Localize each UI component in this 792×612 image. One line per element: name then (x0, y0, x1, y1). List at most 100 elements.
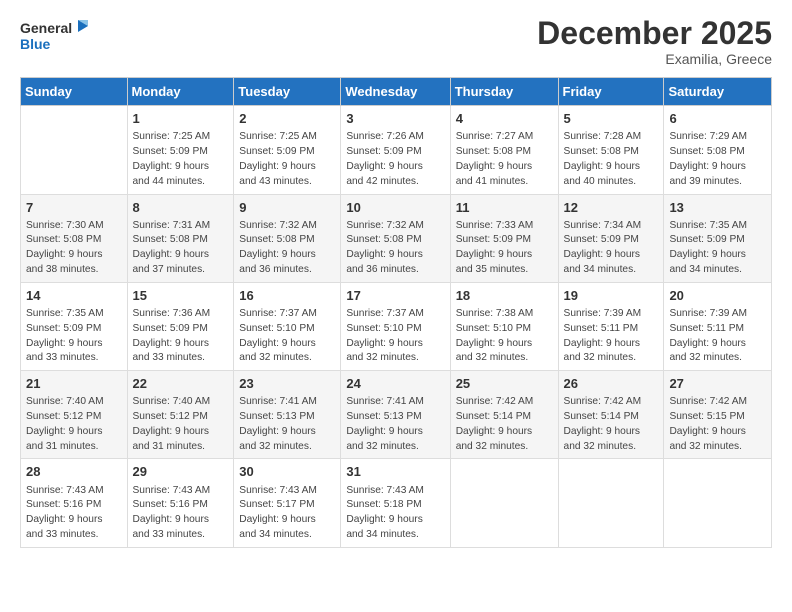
day-info: Sunrise: 7:31 AM Sunset: 5:08 PM Dayligh… (133, 219, 229, 278)
day-number: 6 (669, 110, 766, 128)
table-row: 3 Sunrise: 7:26 AM Sunset: 5:09 PM Daylig… (341, 106, 450, 194)
day-number: 18 (456, 287, 553, 305)
day-number: 1 (133, 110, 229, 128)
svg-text:General: General (20, 20, 72, 36)
table-row (21, 106, 128, 194)
day-info: Sunrise: 7:27 AM Sunset: 5:08 PM Dayligh… (456, 130, 553, 189)
day-info: Sunrise: 7:32 AM Sunset: 5:08 PM Dayligh… (239, 219, 335, 278)
header: General Blue December 2025 Examilia, Gre… (20, 16, 772, 67)
table-row: 24 Sunrise: 7:41 AM Sunset: 5:13 PM Dayli… (341, 371, 450, 459)
day-info: Sunrise: 7:41 AM Sunset: 5:13 PM Dayligh… (239, 395, 335, 454)
logo-svg: General Blue (20, 16, 90, 56)
day-info: Sunrise: 7:40 AM Sunset: 5:12 PM Dayligh… (26, 395, 122, 454)
table-row (664, 459, 772, 547)
title-block: December 2025 Examilia, Greece (537, 16, 772, 67)
page: General Blue December 2025 Examilia, Gre… (0, 0, 792, 612)
day-info: Sunrise: 7:37 AM Sunset: 5:10 PM Dayligh… (346, 307, 444, 366)
day-number: 11 (456, 199, 553, 217)
table-row (558, 459, 664, 547)
header-tuesday: Tuesday (234, 78, 341, 106)
table-row: 10Sunrise: 7:32 AM Sunset: 5:08 PM Dayli… (341, 194, 450, 282)
day-info: Sunrise: 7:30 AM Sunset: 5:08 PM Dayligh… (26, 219, 122, 278)
day-number: 30 (239, 463, 335, 481)
week-row-3: 14 Sunrise: 7:35 AM Sunset: 5:09 PM Dayli… (21, 282, 772, 370)
day-number: 13 (669, 199, 766, 217)
day-info: Sunrise: 7:28 AM Sunset: 5:08 PM Dayligh… (564, 130, 659, 189)
day-info: Sunrise: 7:25 AM Sunset: 5:09 PM Dayligh… (239, 130, 335, 189)
week-row-5: 28Sunrise: 7:43 AM Sunset: 5:16 PM Dayli… (21, 459, 772, 547)
logo: General Blue (20, 16, 90, 56)
table-row: 16Sunrise: 7:37 AM Sunset: 5:10 PM Dayli… (234, 282, 341, 370)
day-number: 23 (239, 375, 335, 393)
day-info: Sunrise: 7:43 AM Sunset: 5:16 PM Dayligh… (26, 484, 122, 543)
week-row-1: 1 Sunrise: 7:25 AM Sunset: 5:09 PM Daylig… (21, 106, 772, 194)
calendar-header-row: Sunday Monday Tuesday Wednesday Thursday… (21, 78, 772, 106)
table-row: 2 Sunrise: 7:25 AM Sunset: 5:09 PM Daylig… (234, 106, 341, 194)
day-info: Sunrise: 7:42 AM Sunset: 5:14 PM Dayligh… (456, 395, 553, 454)
table-row: 27Sunrise: 7:42 AM Sunset: 5:15 PM Dayli… (664, 371, 772, 459)
day-number: 5 (564, 110, 659, 128)
header-friday: Friday (558, 78, 664, 106)
svg-text:Blue: Blue (20, 36, 51, 52)
day-info: Sunrise: 7:43 AM Sunset: 5:16 PM Dayligh… (133, 484, 229, 543)
table-row: 11 Sunrise: 7:33 AM Sunset: 5:09 PM Dayli… (450, 194, 558, 282)
calendar: Sunday Monday Tuesday Wednesday Thursday… (20, 77, 772, 548)
day-info: Sunrise: 7:40 AM Sunset: 5:12 PM Dayligh… (133, 395, 229, 454)
day-info: Sunrise: 7:34 AM Sunset: 5:09 PM Dayligh… (564, 219, 659, 278)
day-info: Sunrise: 7:42 AM Sunset: 5:14 PM Dayligh… (564, 395, 659, 454)
table-row: 19Sunrise: 7:39 AM Sunset: 5:11 PM Dayli… (558, 282, 664, 370)
table-row: 5 Sunrise: 7:28 AM Sunset: 5:08 PM Daylig… (558, 106, 664, 194)
day-number: 19 (564, 287, 659, 305)
day-info: Sunrise: 7:26 AM Sunset: 5:09 PM Dayligh… (346, 130, 444, 189)
day-number: 26 (564, 375, 659, 393)
day-number: 3 (346, 110, 444, 128)
week-row-4: 21 Sunrise: 7:40 AM Sunset: 5:12 PM Dayli… (21, 371, 772, 459)
month-title: December 2025 (537, 16, 772, 51)
table-row: 7Sunrise: 7:30 AM Sunset: 5:08 PM Daylig… (21, 194, 128, 282)
day-number: 25 (456, 375, 553, 393)
table-row: 22Sunrise: 7:40 AM Sunset: 5:12 PM Dayli… (127, 371, 234, 459)
header-saturday: Saturday (664, 78, 772, 106)
table-row: 29 Sunrise: 7:43 AM Sunset: 5:16 PM Dayli… (127, 459, 234, 547)
table-row: 13Sunrise: 7:35 AM Sunset: 5:09 PM Dayli… (664, 194, 772, 282)
day-info: Sunrise: 7:42 AM Sunset: 5:15 PM Dayligh… (669, 395, 766, 454)
day-number: 29 (133, 463, 229, 481)
table-row: 18 Sunrise: 7:38 AM Sunset: 5:10 PM Dayli… (450, 282, 558, 370)
day-number: 31 (346, 463, 444, 481)
day-number: 15 (133, 287, 229, 305)
day-info: Sunrise: 7:39 AM Sunset: 5:11 PM Dayligh… (669, 307, 766, 366)
table-row: 23 Sunrise: 7:41 AM Sunset: 5:13 PM Dayli… (234, 371, 341, 459)
day-number: 24 (346, 375, 444, 393)
day-number: 14 (26, 287, 122, 305)
table-row: 8 Sunrise: 7:31 AM Sunset: 5:08 PM Daylig… (127, 194, 234, 282)
day-number: 20 (669, 287, 766, 305)
table-row: 26 Sunrise: 7:42 AM Sunset: 5:14 PM Dayli… (558, 371, 664, 459)
table-row: 30 Sunrise: 7:43 AM Sunset: 5:17 PM Dayli… (234, 459, 341, 547)
day-info: Sunrise: 7:38 AM Sunset: 5:10 PM Dayligh… (456, 307, 553, 366)
day-number: 8 (133, 199, 229, 217)
day-info: Sunrise: 7:36 AM Sunset: 5:09 PM Dayligh… (133, 307, 229, 366)
location: Examilia, Greece (537, 51, 772, 67)
table-row: 28Sunrise: 7:43 AM Sunset: 5:16 PM Dayli… (21, 459, 128, 547)
day-info: Sunrise: 7:43 AM Sunset: 5:17 PM Dayligh… (239, 484, 335, 543)
day-number: 2 (239, 110, 335, 128)
header-thursday: Thursday (450, 78, 558, 106)
table-row: 6 Sunrise: 7:29 AM Sunset: 5:08 PM Daylig… (664, 106, 772, 194)
header-sunday: Sunday (21, 78, 128, 106)
day-info: Sunrise: 7:37 AM Sunset: 5:10 PM Dayligh… (239, 307, 335, 366)
day-number: 21 (26, 375, 122, 393)
day-number: 9 (239, 199, 335, 217)
table-row: 9 Sunrise: 7:32 AM Sunset: 5:08 PM Daylig… (234, 194, 341, 282)
day-info: Sunrise: 7:33 AM Sunset: 5:09 PM Dayligh… (456, 219, 553, 278)
day-number: 4 (456, 110, 553, 128)
day-number: 12 (564, 199, 659, 217)
table-row: 20 Sunrise: 7:39 AM Sunset: 5:11 PM Dayli… (664, 282, 772, 370)
day-info: Sunrise: 7:43 AM Sunset: 5:18 PM Dayligh… (346, 484, 444, 543)
day-info: Sunrise: 7:29 AM Sunset: 5:08 PM Dayligh… (669, 130, 766, 189)
day-info: Sunrise: 7:35 AM Sunset: 5:09 PM Dayligh… (26, 307, 122, 366)
table-row: 15 Sunrise: 7:36 AM Sunset: 5:09 PM Dayli… (127, 282, 234, 370)
table-row: 4 Sunrise: 7:27 AM Sunset: 5:08 PM Daylig… (450, 106, 558, 194)
day-number: 17 (346, 287, 444, 305)
day-info: Sunrise: 7:25 AM Sunset: 5:09 PM Dayligh… (133, 130, 229, 189)
day-info: Sunrise: 7:41 AM Sunset: 5:13 PM Dayligh… (346, 395, 444, 454)
